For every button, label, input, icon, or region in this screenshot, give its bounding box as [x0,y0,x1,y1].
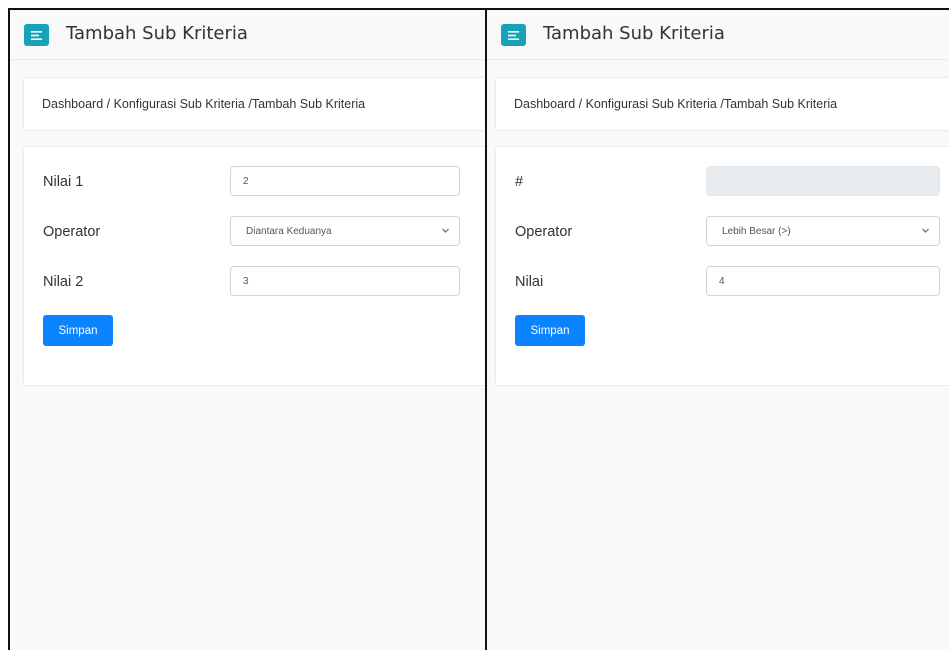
save-button[interactable]: Simpan [43,315,113,346]
nilai-2-label: Nilai 2 [43,274,84,290]
id-input[interactable] [706,166,940,196]
breadcrumb: Dashboard / Konfigurasi Sub Kriteria /Ta… [514,97,838,111]
right-screen: Tambah Sub Kriteria Dashboard / Konfigur… [485,8,949,650]
nilai-1-label: Nilai 1 [43,174,84,190]
menu-toggle-button[interactable] [501,24,526,46]
operator-label: Operator [515,224,573,240]
chevron-down-icon [922,228,929,233]
operator-select[interactable]: Lebih Besar (>) [706,216,940,246]
breadcrumb-card: Dashboard / Konfigurasi Sub Kriteria /Ta… [23,77,486,131]
operator-label: Operator [43,224,101,240]
operator-selected-value: Diantara Keduanya [246,225,332,237]
form-row-operator: Operator Diantara Keduanya [24,216,486,246]
operator-select[interactable]: Diantara Keduanya [230,216,460,246]
form-row-nilai: Nilai 4 [496,266,949,296]
menu-toggle-button[interactable] [24,24,49,46]
top-bar: Tambah Sub Kriteria [10,10,486,60]
hamburger-menu-icon [31,30,42,40]
form-card: # Operator Lebih Besar (>) Nilai 4 Simpa… [495,146,949,386]
form-row-id: # [496,166,949,196]
nilai-label: Nilai [515,274,544,290]
save-button[interactable]: Simpan [515,315,585,346]
chevron-down-icon [442,228,449,233]
breadcrumb: Dashboard / Konfigurasi Sub Kriteria /Ta… [42,97,366,111]
form-row-operator: Operator Lebih Besar (>) [496,216,949,246]
page-title: Tambah Sub Kriteria [66,23,248,44]
breadcrumb-card: Dashboard / Konfigurasi Sub Kriteria /Ta… [495,77,949,131]
hamburger-menu-icon [508,30,519,40]
nilai-input[interactable]: 4 [706,266,940,296]
form-row-nilai-2: Nilai 2 3 [24,266,486,296]
form-card: Nilai 1 2 Operator Diantara Keduanya Nil… [23,146,486,386]
nilai-2-input[interactable]: 3 [230,266,460,296]
id-label: # [515,174,524,190]
top-bar: Tambah Sub Kriteria [487,10,949,60]
nilai-1-input[interactable]: 2 [230,166,460,196]
left-screen: Tambah Sub Kriteria Dashboard / Konfigur… [8,8,486,650]
page-title: Tambah Sub Kriteria [543,23,725,44]
form-row-nilai-1: Nilai 1 2 [24,166,486,196]
operator-selected-value: Lebih Besar (>) [722,225,791,237]
